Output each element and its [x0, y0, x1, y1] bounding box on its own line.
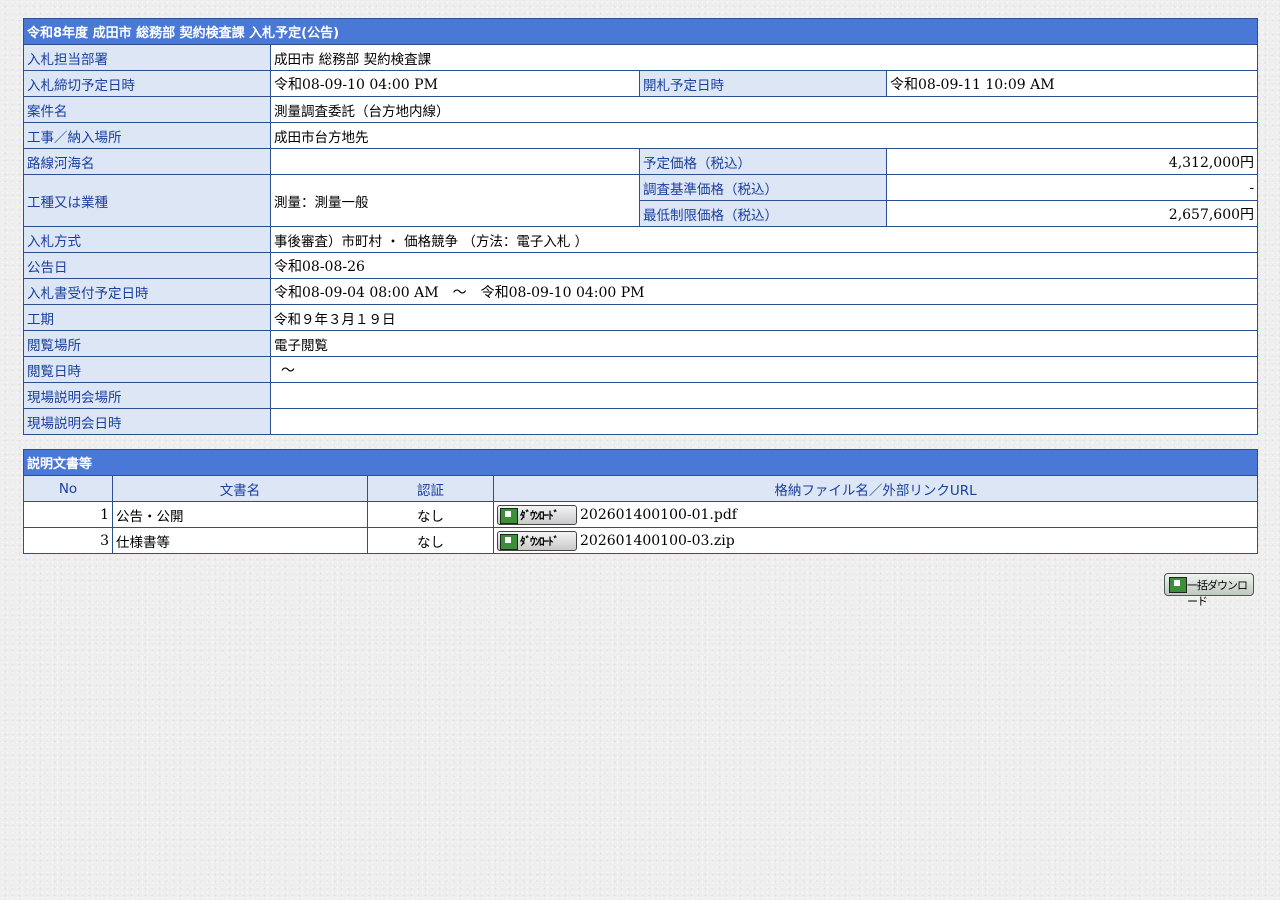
- row-route: 路線河海名 予定価格（税込） 4,312,000円: [23, 148, 1259, 175]
- receipt-period-label: 入札書受付予定日時: [23, 278, 271, 305]
- planned-price-value: 4,312,000円: [885, 148, 1259, 175]
- location-label: 工事／納入場所: [23, 122, 271, 149]
- row-dept: 入札担当部署 成田市 総務部 契約検査課: [23, 44, 1259, 71]
- notice-table: 令和8年度 成田市 総務部 契約検査課 入札予定(公告) 入札担当部署 成田市 …: [22, 18, 1259, 435]
- work-type-value: 測量：測量一般: [270, 174, 640, 227]
- receipt-period-value: 令和08-09-04 08:00 AM ～ 令和08-09-10 04:00 P…: [269, 278, 1259, 305]
- bulk-download-label: 一括ダウンロード: [1187, 579, 1248, 608]
- planned-price-label: 予定価格（税込）: [639, 148, 887, 175]
- term-label: 工期: [23, 304, 271, 331]
- site-date-value: [269, 408, 1259, 435]
- bulk-download-button[interactable]: 一括ダウンロード: [1164, 573, 1254, 608]
- doc-auth: なし: [367, 501, 494, 528]
- site-place-value: [269, 382, 1259, 409]
- view-place-value: 電子閲覧: [269, 330, 1259, 357]
- row-term: 工期 令和９年３月１９日: [23, 304, 1259, 331]
- doc-file-name: 202601400100-03.zip: [580, 532, 735, 549]
- documents-title: 説明文書等: [22, 449, 1259, 476]
- row-work-type: 工種又は業種 測量：測量一般 調査基準価格（税込） -: [23, 174, 1259, 227]
- doc-file-cell: ﾀﾞｳﾝﾛｰﾄﾞ 202601400100-03.zip: [492, 527, 1259, 554]
- row-site-place: 現場説明会場所: [23, 382, 1259, 409]
- doc-no: 1: [23, 501, 113, 528]
- table-row: 3 仕様書等 なし ﾀﾞｳﾝﾛｰﾄﾞ 202601400100-03.zip: [23, 527, 1259, 554]
- row-site-date: 現場説明会日時: [23, 408, 1259, 435]
- table-row: 1 公告・公開 なし ﾀﾞｳﾝﾛｰﾄﾞ 202601400100-01.pdf: [23, 501, 1259, 528]
- opening-label: 開札予定日時: [639, 70, 887, 97]
- survey-price-value: -: [885, 174, 1259, 201]
- row-case-name: 案件名 測量調査委託（台方地内線）: [23, 96, 1259, 123]
- case-name-label: 案件名: [23, 96, 271, 123]
- case-name-value: 測量調査委託（台方地内線）: [269, 96, 1259, 123]
- dept-value: 成田市 総務部 契約検査課: [269, 44, 1259, 71]
- row-view-date: 閲覧日時 ～: [23, 356, 1259, 383]
- opening-value: 令和08-09-11 10:09 AM: [885, 70, 1259, 97]
- doc-file-name: 202601400100-01.pdf: [580, 506, 737, 523]
- deadline-label: 入札締切予定日時: [23, 70, 271, 97]
- documents-header-row: No 文書名 認証 格納ファイル名／外部リンクURL: [23, 475, 1259, 502]
- floppy-download-icon: [500, 533, 518, 550]
- download-button-label: ﾀﾞｳﾝﾛｰﾄﾞ: [520, 534, 559, 548]
- route-label: 路線河海名: [23, 148, 271, 175]
- row-receipt-period: 入札書受付予定日時 令和08-09-04 08:00 AM ～ 令和08-09-…: [23, 278, 1259, 305]
- view-date-label: 閲覧日時: [23, 356, 271, 383]
- row-view-place: 閲覧場所 電子閲覧: [23, 330, 1259, 357]
- download-button[interactable]: ﾀﾞｳﾝﾛｰﾄﾞ: [497, 530, 577, 551]
- row-deadline: 入札締切予定日時 令和08-09-10 04:00 PM 開札予定日時 令和08…: [23, 70, 1259, 97]
- notice-title-row: 令和8年度 成田市 総務部 契約検査課 入札予定(公告): [22, 18, 1259, 45]
- floppy-download-icon: [1169, 577, 1187, 593]
- header-no: No: [23, 475, 113, 502]
- row-announce-date: 公告日 令和08-08-26: [23, 252, 1259, 279]
- announce-date-label: 公告日: [23, 252, 271, 279]
- method-label: 入札方式: [23, 226, 271, 253]
- deadline-value: 令和08-09-10 04:00 PM: [270, 70, 640, 97]
- site-date-label: 現場説明会日時: [23, 408, 271, 435]
- view-date-value: ～: [269, 356, 1259, 383]
- header-file: 格納ファイル名／外部リンクURL: [492, 475, 1259, 502]
- header-auth: 認証: [367, 475, 494, 502]
- doc-name: 公告・公開: [112, 501, 368, 528]
- documents-table: 説明文書等 No 文書名 認証 格納ファイル名／外部リンクURL 1 公告・公開…: [22, 449, 1259, 554]
- doc-auth: なし: [367, 527, 494, 554]
- min-price-label: 最低制限価格（税込）: [639, 200, 887, 227]
- work-type-label: 工種又は業種: [23, 174, 271, 227]
- announce-date-value: 令和08-08-26: [269, 252, 1259, 279]
- row-method: 入札方式 事後審査）市町村 ・ 価格競争 （方法：電子入札 ）: [23, 226, 1259, 253]
- doc-no: 3: [23, 527, 113, 554]
- dept-label: 入札担当部署: [23, 44, 271, 71]
- doc-file-cell: ﾀﾞｳﾝﾛｰﾄﾞ 202601400100-01.pdf: [492, 501, 1259, 528]
- view-place-label: 閲覧場所: [23, 330, 271, 357]
- download-button[interactable]: ﾀﾞｳﾝﾛｰﾄﾞ: [497, 504, 577, 525]
- floppy-download-icon: [500, 507, 518, 524]
- doc-name: 仕様書等: [112, 527, 368, 554]
- location-value: 成田市台方地先: [269, 122, 1259, 149]
- site-place-label: 現場説明会場所: [23, 382, 271, 409]
- download-button-label: ﾀﾞｳﾝﾛｰﾄﾞ: [520, 508, 559, 522]
- min-price-value: 2,657,600円: [885, 200, 1259, 227]
- header-name: 文書名: [112, 475, 368, 502]
- documents-title-row: 説明文書等: [22, 449, 1259, 476]
- notice-title: 令和8年度 成田市 総務部 契約検査課 入札予定(公告): [22, 18, 1259, 45]
- row-location: 工事／納入場所 成田市台方地先: [23, 122, 1259, 149]
- method-value: 事後審査）市町村 ・ 価格競争 （方法：電子入札 ）: [269, 226, 1259, 253]
- survey-price-label: 調査基準価格（税込）: [639, 174, 887, 201]
- route-value: [270, 148, 640, 175]
- term-value: 令和９年３月１９日: [269, 304, 1259, 331]
